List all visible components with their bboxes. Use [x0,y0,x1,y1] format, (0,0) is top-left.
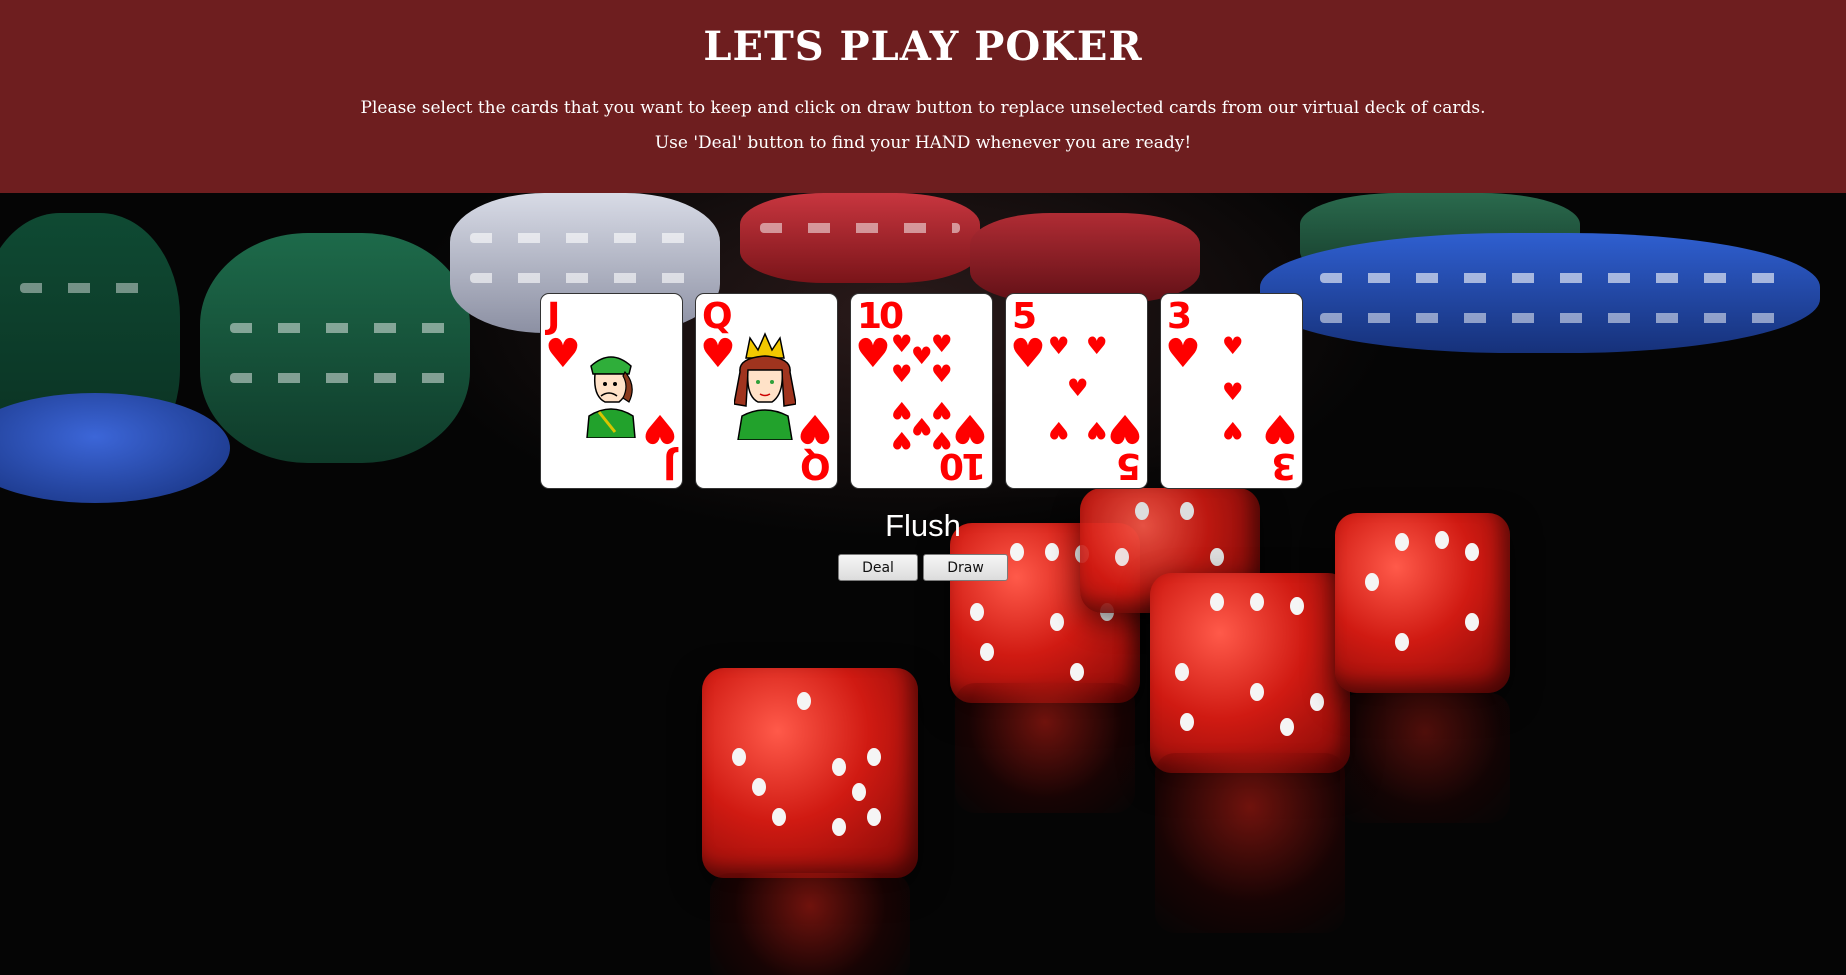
heart-pip-icon: ♥ [891,360,913,388]
heart-pip-icon: ♥ [1222,378,1244,406]
heart-icon: ♥ [855,331,891,377]
card-ten-of-hearts[interactable]: 10 ♥ ♥ ♥ ♥ ♥ ♥ ♥ ♥ ♥ ♥ ♥ ♥ 10 [850,293,993,489]
page-title: LETS PLAY POKER [703,23,1143,70]
heart-pip-icon: ♥ [1048,416,1070,444]
card-jack-of-hearts[interactable]: J ♥ ♥ J [540,293,683,489]
heart-pip-icon: ♥ [911,412,933,440]
heart-pip-icon: ♥ [931,330,953,358]
die-reflection [710,873,910,975]
die-reflection [1340,693,1510,823]
heart-pip-icon: ♥ [931,396,953,424]
heart-icon: ♥ [545,331,581,377]
chip-stripe [470,273,700,283]
instructions-line-1: Please select the cards that you want to… [360,98,1486,118]
instructions-line-2: Use 'Deal' button to find your HAND when… [654,133,1192,153]
heart-icon: ♥ [1107,405,1143,451]
card-queen-of-hearts[interactable]: Q ♥ ♥ Q [695,293,838,489]
chip-stripe [1320,273,1800,283]
jack-face-art [586,356,636,438]
chip-stripe [1320,313,1800,323]
heart-pip-icon: ♥ [891,426,913,454]
heart-pip-icon: ♥ [1048,332,1070,360]
chip-stripe [20,283,160,293]
heart-pip-icon: ♥ [1222,332,1244,360]
card-five-of-hearts[interactable]: 5 ♥ ♥ ♥ ♥ ♥ ♥ ♥ 5 [1005,293,1148,489]
blue-chip [0,393,230,503]
chip-stripe [230,373,450,383]
heart-pip-icon: ♥ [891,330,913,358]
heart-pip-icon: ♥ [911,342,933,370]
chip-stripe [760,223,960,233]
queen-face-art [734,332,796,440]
heart-pip-icon: ♥ [931,360,953,388]
red-die [1150,573,1350,773]
header: LETS PLAY POKER Please select the cards … [0,0,1846,193]
red-chip-stack [970,213,1200,303]
red-die [702,668,918,878]
heart-icon: ♥ [1010,331,1046,377]
heart-pip-icon: ♥ [1222,416,1244,444]
card-rank: 5 [1118,445,1141,486]
card-rank: J [665,445,676,486]
heart-pip-icon: ♥ [1086,332,1108,360]
red-chip-stack [740,193,980,283]
heart-pip-icon: ♥ [891,396,913,424]
chip-stripe [230,323,450,333]
deal-button[interactable]: Deal [838,554,918,581]
heart-icon: ♥ [642,405,678,451]
die-reflection [955,683,1135,813]
heart-pip-icon: ♥ [1086,416,1108,444]
chip-stripe [470,233,700,243]
heart-icon: ♥ [1165,331,1201,377]
blue-chip-stack [1260,233,1820,353]
card-rank: 3 [1273,445,1296,486]
card-rank: 10 [941,445,986,486]
hand-result: Flush [885,508,961,543]
heart-icon: ♥ [1262,405,1298,451]
draw-button[interactable]: Draw [923,554,1008,581]
die-reflection [1155,753,1345,933]
heart-icon: ♥ [797,405,833,451]
card-rank: Q [803,445,831,486]
green-chip-stack [200,233,470,463]
heart-icon: ♥ [700,331,736,377]
heart-pip-icon: ♥ [1067,374,1089,402]
card-three-of-hearts[interactable]: 3 ♥ ♥ ♥ ♥ ♥ 3 [1160,293,1303,489]
heart-icon: ♥ [952,405,988,451]
